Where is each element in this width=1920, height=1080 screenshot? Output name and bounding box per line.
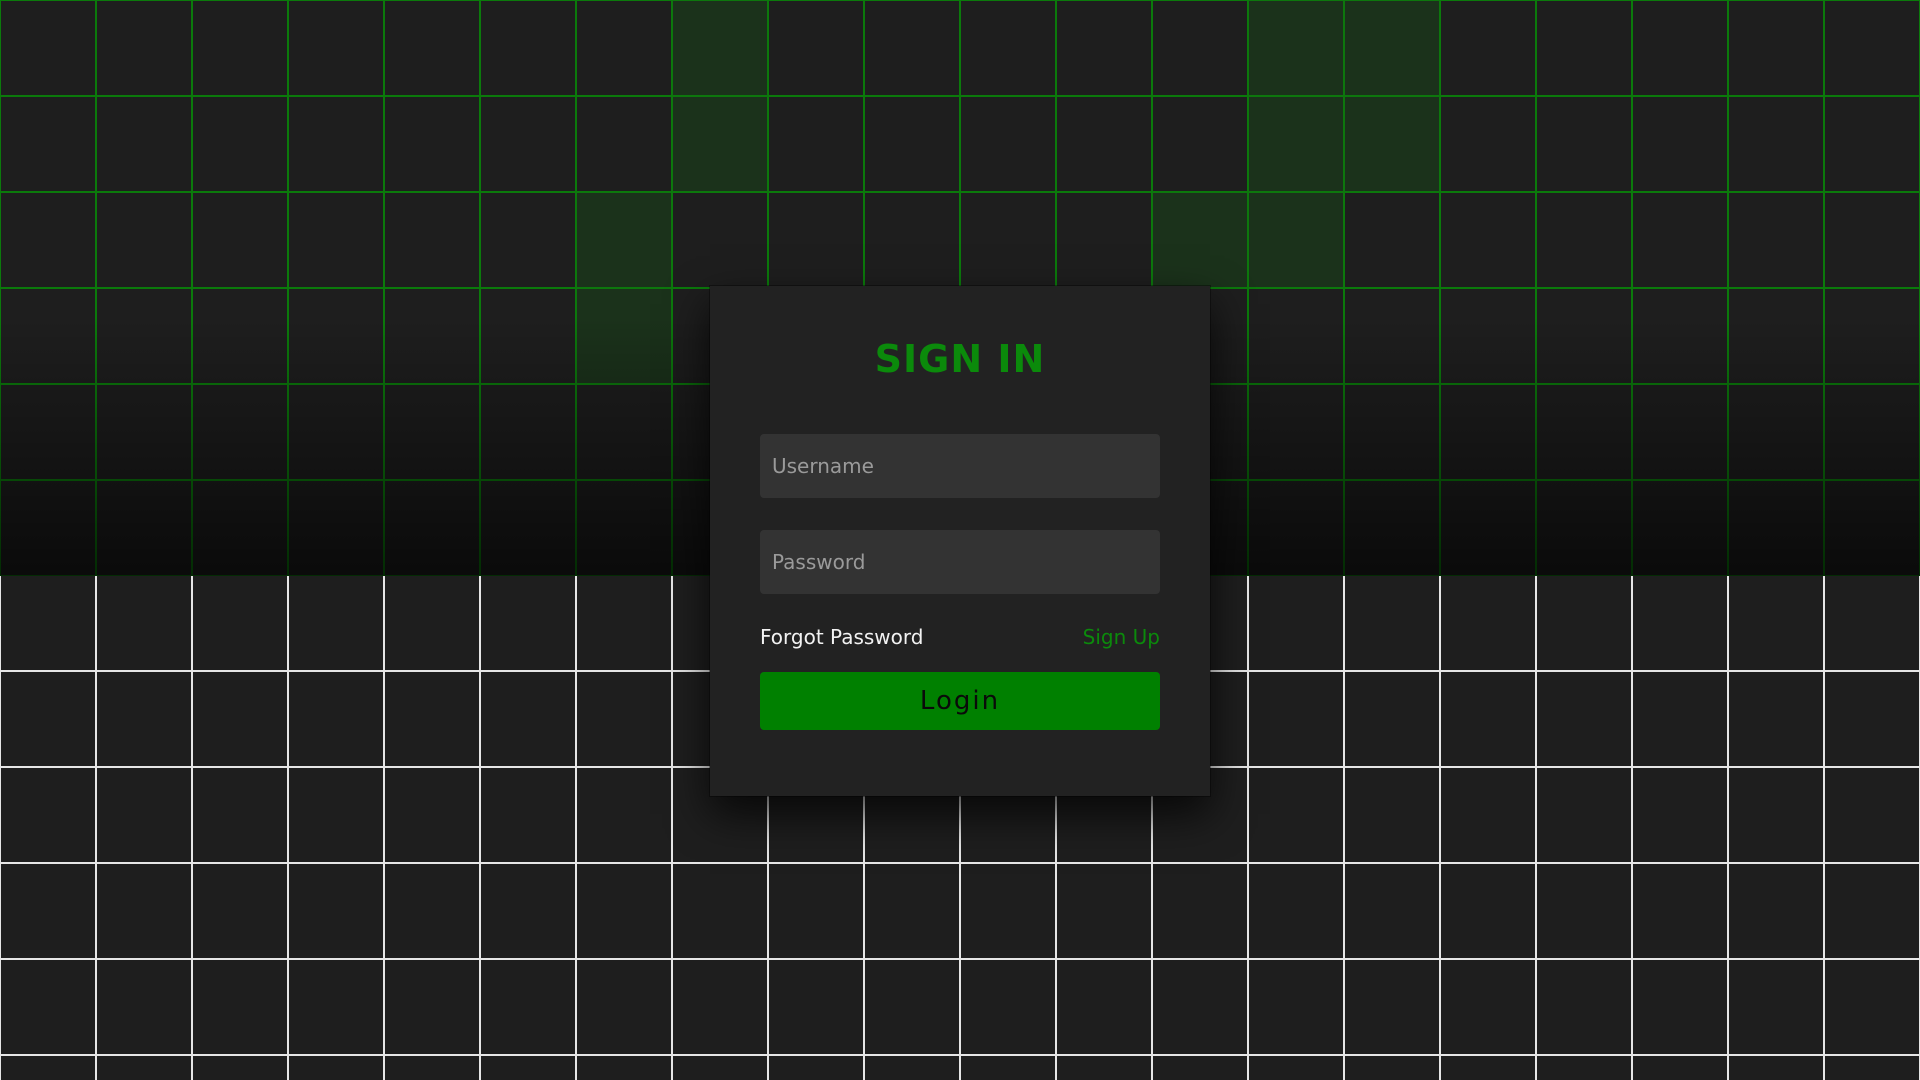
highlighted-grid-cell (576, 192, 672, 288)
sign-up-link[interactable]: Sign Up (1083, 625, 1160, 649)
sign-in-card: SIGN IN Forgot Password Sign Up Login (710, 286, 1210, 796)
highlighted-grid-cell (576, 288, 672, 384)
highlighted-grid-cell (1248, 96, 1344, 192)
forgot-password-link[interactable]: Forgot Password (760, 625, 923, 649)
password-input[interactable] (760, 530, 1160, 594)
sign-in-title: SIGN IN (874, 337, 1046, 381)
form-links-row: Forgot Password Sign Up (760, 624, 1160, 650)
highlighted-grid-cell (672, 96, 768, 192)
highlighted-grid-cell (1152, 192, 1248, 288)
highlighted-grid-cell (672, 0, 768, 96)
page-background: SIGN IN Forgot Password Sign Up Login (0, 0, 1920, 1080)
highlighted-grid-cell (1248, 192, 1344, 288)
username-input[interactable] (760, 434, 1160, 498)
login-button[interactable]: Login (760, 672, 1160, 730)
highlighted-grid-cell (1344, 0, 1440, 96)
highlighted-grid-cell (1344, 96, 1440, 192)
highlighted-grid-cell (1248, 0, 1344, 96)
